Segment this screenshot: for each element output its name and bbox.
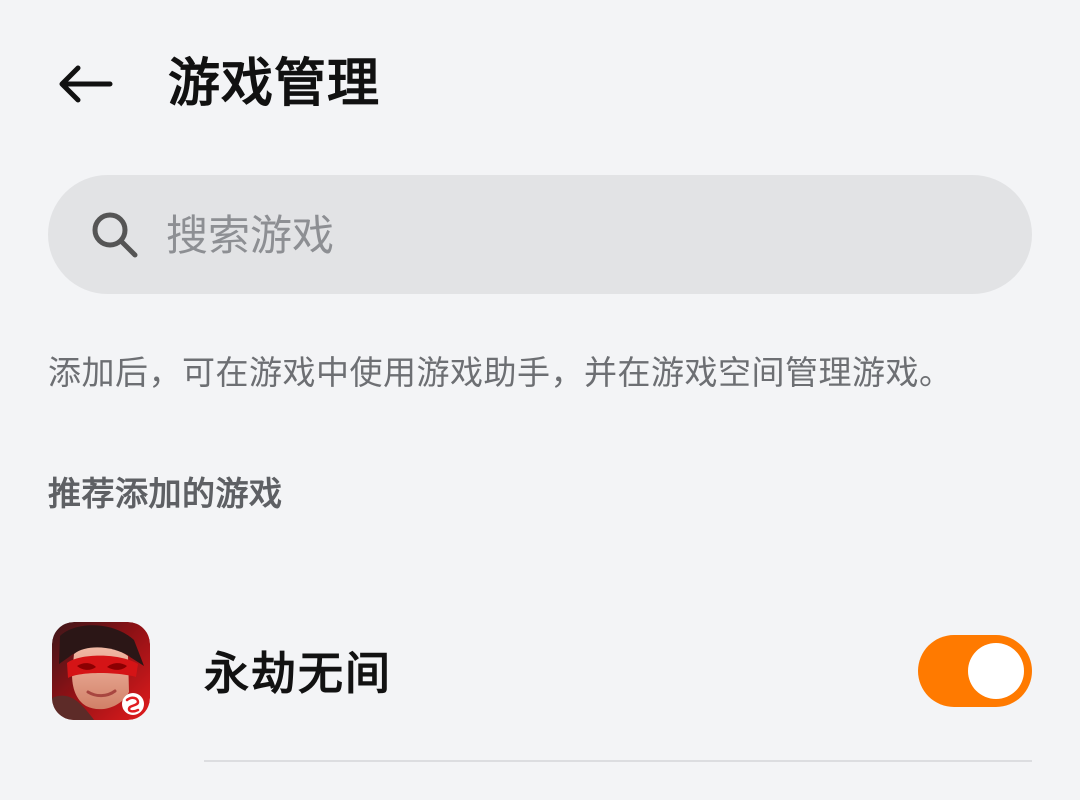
game-list-item[interactable]: 永劫无间 [0,600,1080,762]
game-avatar-icon [52,622,150,720]
search-input[interactable] [166,205,986,265]
page-title: 游戏管理 [168,54,381,114]
header-bar: 游戏管理 [0,0,1080,165]
game-name: 永劫无间 [204,647,393,700]
game-enable-toggle[interactable] [918,635,1032,707]
list-divider [204,760,1032,762]
hint-text: 添加后，可在游戏中使用游戏助手，并在游戏空间管理游戏。 [48,353,953,392]
section-title: 推荐添加的游戏 [48,474,283,513]
search-icon [92,212,138,258]
toggle-knob [968,643,1024,699]
back-button[interactable] [48,48,120,120]
arrow-left-icon [59,65,113,103]
